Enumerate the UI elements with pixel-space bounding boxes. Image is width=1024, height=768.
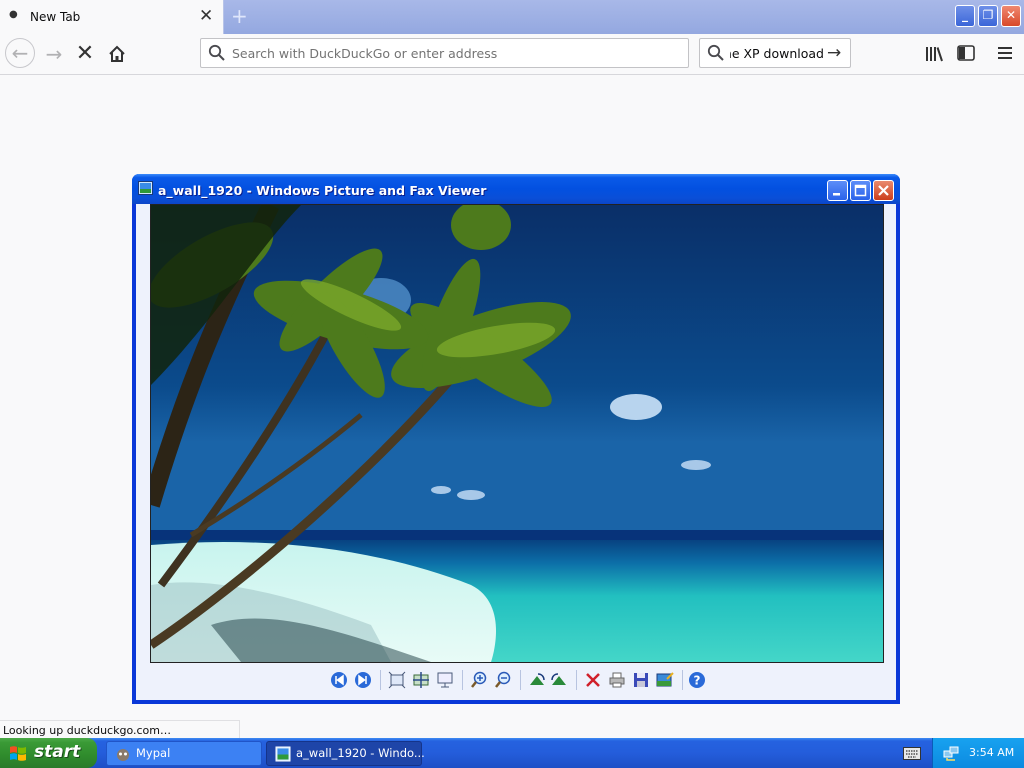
back-button[interactable]: ←	[5, 38, 35, 68]
save-icon[interactable]	[632, 671, 650, 689]
zoom-out-icon[interactable]	[494, 671, 512, 689]
tab-title: New Tab	[30, 10, 81, 24]
close-icon	[878, 185, 889, 196]
system-tray: 3:54 AM	[932, 738, 1024, 768]
help-icon[interactable]: ?	[688, 671, 706, 689]
network-icon[interactable]	[943, 745, 959, 761]
search-icon	[707, 44, 724, 61]
open-for-editing-icon[interactable]	[656, 671, 674, 689]
forward-button[interactable]: →	[38, 38, 70, 70]
search-input[interactable]	[730, 39, 824, 67]
tab-close-icon[interactable]: ✕	[199, 6, 213, 26]
delete-icon[interactable]	[584, 671, 602, 689]
home-button[interactable]	[101, 38, 133, 70]
next-image-icon[interactable]	[354, 671, 372, 689]
viewer-maximize-button[interactable]	[850, 180, 871, 201]
keyboard-icon[interactable]	[903, 747, 921, 760]
address-bar[interactable]	[200, 38, 689, 68]
browser-close-button[interactable]: ✕	[1001, 5, 1021, 27]
actual-size-icon[interactable]	[412, 671, 430, 689]
search-icon	[208, 44, 225, 61]
tab-strip: ● New Tab ✕ + _ ❐ ✕	[0, 0, 1024, 34]
viewer-minimize-button[interactable]	[827, 180, 848, 201]
search-bar[interactable]: →	[699, 38, 851, 68]
tab-new-tab[interactable]: ● New Tab ✕	[0, 0, 224, 34]
picture-viewer-window[interactable]: a_wall_1920 - Windows Picture and Fax Vi…	[132, 174, 900, 704]
navigation-toolbar: ← → ✕ →	[0, 34, 1024, 75]
taskbar-item-picture-viewer[interactable]: a_wall_1920 - Windo...	[266, 741, 425, 766]
image-file-icon	[138, 181, 153, 195]
slideshow-icon[interactable]	[436, 671, 454, 689]
windows-logo-icon	[10, 746, 26, 761]
sidebar-icon[interactable]	[957, 45, 975, 61]
home-icon	[109, 45, 125, 62]
maximize-icon	[854, 184, 867, 197]
browser-minimize-button[interactable]: _	[955, 5, 975, 27]
address-input[interactable]	[232, 39, 672, 67]
status-panel: Looking up duckduckgo.com…	[0, 720, 240, 740]
previous-image-icon[interactable]	[330, 671, 348, 689]
toolbar-separator	[462, 670, 463, 690]
stop-button[interactable]: ✕	[69, 38, 101, 70]
toolbar-separator	[520, 670, 521, 690]
minimize-icon	[833, 193, 840, 196]
viewer-toolbar: ?	[136, 667, 896, 693]
taskbar-item-mypal[interactable]: Mypal	[106, 741, 262, 766]
toolbar-separator	[576, 670, 577, 690]
svg-text:?: ?	[694, 674, 701, 688]
start-button[interactable]: start	[0, 738, 97, 768]
best-fit-icon[interactable]	[388, 671, 406, 689]
print-icon[interactable]	[608, 671, 626, 689]
start-label: start	[34, 742, 81, 762]
beach-photo	[151, 205, 883, 662]
rotate-clockwise-icon[interactable]	[528, 671, 546, 689]
browser-restore-button[interactable]: ❐	[978, 5, 998, 27]
displayed-image	[150, 204, 884, 663]
new-tab-button[interactable]: +	[231, 4, 248, 28]
toolbar-separator	[682, 670, 683, 690]
mypal-icon	[117, 749, 129, 761]
menu-icon[interactable]	[996, 45, 1014, 61]
toolbar-separator	[380, 670, 381, 690]
image-file-icon	[275, 746, 291, 762]
zoom-in-icon[interactable]	[470, 671, 488, 689]
library-icon[interactable]	[924, 44, 944, 64]
search-go-icon[interactable]: →	[827, 43, 841, 63]
viewer-titlebar[interactable]: a_wall_1920 - Windows Picture and Fax Vi…	[132, 174, 900, 204]
taskbar-item-label: Mypal	[136, 746, 171, 760]
viewer-title: a_wall_1920 - Windows Picture and Fax Vi…	[158, 183, 487, 198]
taskbar-item-label: a_wall_1920 - Windo...	[296, 746, 425, 760]
clock: 3:54 AM	[969, 746, 1015, 759]
rotate-counterclockwise-icon[interactable]	[550, 671, 568, 689]
viewer-close-button[interactable]	[873, 180, 894, 201]
taskbar: start Mypal a_wall_1920 - Windo... 3:54 …	[0, 738, 1024, 768]
tab-loading-icon: ●	[9, 9, 18, 20]
